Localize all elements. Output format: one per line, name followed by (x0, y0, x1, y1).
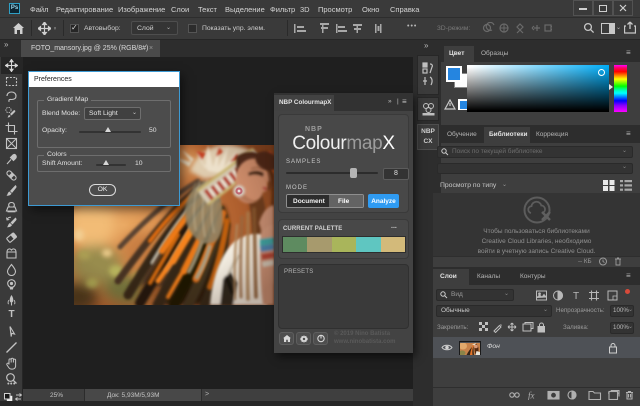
svg-text:T: T (573, 291, 579, 301)
svg-text:fx: fx (528, 391, 535, 401)
